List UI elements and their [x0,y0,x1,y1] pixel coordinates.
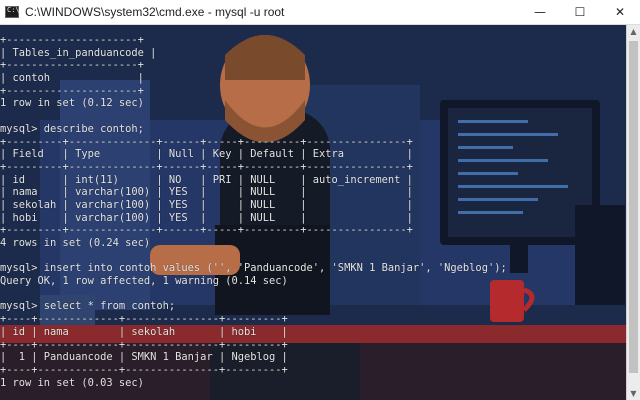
terminal-line: +---------+--------------+------+-----+-… [0,135,413,148]
terminal-line: mysql> describe contoh; [0,122,144,135]
terminal-line: mysql> select * from contoh; [0,300,176,313]
terminal-line: +---------------------+ [0,34,144,46]
scroll-down-arrow-icon[interactable]: ▼ [627,389,640,398]
terminal-line: +----+-------------+---------------+----… [0,363,288,376]
terminal-line: | Field | Type | Null | Key | Default | … [0,148,413,161]
scrollbar-thumb[interactable] [629,41,638,373]
terminal-line: 1 row in set (0.12 sec) [0,97,144,110]
terminal-line: mysql> insert into contoh values ('', 'P… [0,262,507,275]
terminal-line: 4 rows in set (0.24 sec) [0,237,151,249]
scroll-up-arrow-icon[interactable]: ▲ [627,27,640,36]
cmd-window: C:\ C:\WINDOWS\system32\cmd.exe - mysql … [0,0,640,400]
terminal-line: +---------+--------------+------+-----+-… [0,160,413,173]
window-controls: — ☐ ✕ [520,0,640,24]
window-title: C:\WINDOWS\system32\cmd.exe - mysql -u r… [25,5,285,19]
terminal-line: | 1 | Panduancode | SMKN 1 Banjar | Ngeb… [0,351,288,364]
close-button[interactable]: ✕ [600,0,640,24]
terminal-line: +---------+--------------+------+-----+-… [0,224,413,237]
terminal-output[interactable]: +---------------------+ | Tables_in_pandu… [0,25,626,400]
terminal-line: | id | nama | sekolah | hobi | [0,325,288,338]
terminal-line: Query OK, 1 row affected, 1 warning (0.1… [0,275,288,288]
terminal-line: | nama | varchar(100) | YES | | NULL | | [0,186,413,199]
maximize-button[interactable]: ☐ [560,0,600,24]
cmd-icon[interactable]: C:\ [5,6,20,18]
terminal-line: +---------------------+ [0,84,144,97]
title-bar[interactable]: C:\ C:\WINDOWS\system32\cmd.exe - mysql … [0,0,640,25]
vertical-scrollbar[interactable]: ▲ ▼ [626,25,640,400]
terminal-line: +----+-------------+---------------+----… [0,313,288,326]
terminal-line: | sekolah | varchar(100) | YES | | NULL … [0,198,413,211]
terminal-line: +----+-------------+---------------+----… [0,338,288,351]
terminal-line: 1 row in set (0.03 sec) [0,376,144,389]
terminal-line: +---------------------+ [0,59,144,72]
minimize-button[interactable]: — [520,0,560,24]
terminal-line: | id | int(11) | NO | PRI | NULL | auto_… [0,173,413,186]
terminal-line: | hobi | varchar(100) | YES | | NULL | | [0,211,413,224]
terminal-line: | contoh | [0,72,144,85]
terminal-line: | Tables_in_panduancode | [0,46,157,59]
terminal-lines: +---------------------+ | Tables_in_pandu… [0,34,507,400]
